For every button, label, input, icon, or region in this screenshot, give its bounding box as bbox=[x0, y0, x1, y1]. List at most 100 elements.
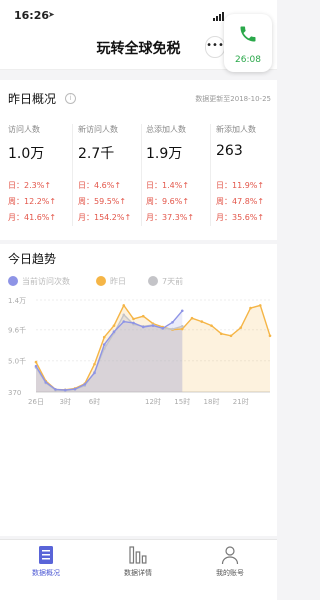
legend-dot bbox=[8, 276, 18, 286]
data-point bbox=[171, 327, 174, 331]
stat-value: 2.7千 bbox=[78, 146, 115, 162]
data-point bbox=[73, 387, 77, 391]
data-point bbox=[93, 362, 96, 366]
data-point bbox=[258, 304, 262, 307]
data-point bbox=[54, 388, 57, 391]
legend-label: 昨日 bbox=[110, 276, 126, 286]
divider bbox=[210, 124, 211, 226]
x-tick-label: 18时 bbox=[204, 397, 220, 406]
data-point bbox=[239, 326, 243, 329]
data-point bbox=[151, 324, 155, 327]
stat-month-change: 月：35.6%↑ bbox=[216, 213, 265, 222]
data-point bbox=[180, 327, 184, 331]
x-tick-label: 21时 bbox=[233, 397, 249, 406]
stat-week-change: 周：47.8%↑ bbox=[216, 197, 265, 206]
data-point bbox=[112, 324, 116, 327]
bar-chart-icon bbox=[129, 546, 147, 564]
data-point bbox=[83, 383, 87, 386]
overview-section: 昨日概况 i 数据更新至2018-10-25 访问人数 1.0万 日：2.3%↑… bbox=[0, 80, 277, 240]
legend-item-yesterday[interactable]: 昨日 bbox=[96, 274, 126, 288]
data-point bbox=[93, 371, 96, 375]
x-tick-label: 6时 bbox=[89, 397, 100, 406]
data-point bbox=[141, 325, 145, 329]
legend-label: 7天前 bbox=[162, 276, 184, 286]
data-point bbox=[190, 316, 194, 320]
user-icon bbox=[221, 546, 239, 565]
data-point bbox=[200, 320, 204, 323]
data-point bbox=[171, 320, 174, 324]
stat-card-visitors: 访问人数 1.0万 日：2.3%↑ 周：12.2%↑ 月：41.6%↑ bbox=[8, 120, 76, 234]
stat-label: 总添加人数 bbox=[146, 125, 186, 134]
trend-title: 今日趋势 bbox=[8, 252, 57, 266]
legend-dot bbox=[148, 276, 158, 286]
tab-label: 数据详情 bbox=[124, 569, 152, 577]
stat-month-change: 月：41.6%↑ bbox=[8, 213, 57, 222]
y-tick-label: 1.4万 bbox=[8, 297, 26, 305]
tab-label: 数据概况 bbox=[32, 569, 60, 577]
stat-week-change: 周：59.5%↑ bbox=[78, 197, 127, 206]
tab-data-overview[interactable]: 数据概况 bbox=[0, 545, 92, 585]
data-point bbox=[141, 314, 145, 318]
x-tick-label: 15时 bbox=[174, 397, 190, 406]
y-tick-label: 9.6千 bbox=[8, 326, 26, 335]
tab-my-account[interactable]: 我的账号 bbox=[184, 545, 276, 585]
stat-value: 1.0万 bbox=[8, 146, 45, 162]
stat-day-change: 日：11.9%↑ bbox=[216, 181, 265, 190]
data-point bbox=[63, 388, 67, 392]
data-point bbox=[180, 309, 184, 313]
document-list-icon bbox=[39, 546, 53, 564]
divider bbox=[72, 124, 73, 226]
y-tick-label: 370 bbox=[8, 389, 21, 397]
stat-day-change: 日：4.6%↑ bbox=[78, 181, 122, 190]
info-icon[interactable]: i bbox=[65, 93, 76, 104]
legend-dot bbox=[96, 276, 106, 286]
stat-card-total-adds: 总添加人数 1.9万 日：1.4%↑ 周：9.6%↑ 月：37.3%↑ bbox=[146, 120, 214, 234]
stat-label: 新访问人数 bbox=[78, 125, 118, 134]
stat-month-change: 月：154.2%↑ bbox=[78, 213, 132, 222]
series-area bbox=[36, 310, 183, 392]
data-point bbox=[122, 320, 126, 323]
data-point bbox=[44, 381, 48, 384]
data-point bbox=[219, 332, 223, 336]
divider bbox=[141, 124, 142, 226]
x-tick-label: 3时 bbox=[60, 397, 71, 406]
data-point bbox=[102, 343, 106, 346]
data-point bbox=[122, 313, 126, 317]
call-indicator[interactable]: 26:08 bbox=[224, 14, 272, 72]
data-point bbox=[161, 327, 165, 330]
data-point bbox=[249, 306, 252, 310]
data-point bbox=[132, 317, 135, 321]
stat-card-new-visitors: 新访问人数 2.7千 日：4.6%↑ 周：59.5%↑ 月：154.2%↑ bbox=[78, 120, 146, 234]
legend-item-current[interactable]: 当前访问次数 bbox=[8, 274, 70, 288]
more-button[interactable]: ••• bbox=[205, 36, 225, 58]
x-tick-label: 26日 bbox=[28, 398, 44, 406]
data-point bbox=[210, 324, 213, 327]
data-point bbox=[102, 335, 106, 339]
stat-day-change: 日：2.3%↑ bbox=[8, 181, 52, 190]
stat-month-change: 月：37.3%↑ bbox=[146, 213, 195, 222]
stat-value: 263 bbox=[216, 143, 243, 159]
update-time: 数据更新至2018-10-25 bbox=[195, 95, 271, 103]
stat-label: 新添加人数 bbox=[216, 125, 256, 134]
tab-bar: 数据概况 数据详情 我的账号 bbox=[0, 539, 277, 600]
tab-data-details[interactable]: 数据详情 bbox=[92, 545, 184, 585]
signal-icon bbox=[213, 12, 224, 21]
x-tick-label: 12时 bbox=[145, 397, 161, 406]
legend-item-7days-ago[interactable]: 7天前 bbox=[148, 274, 183, 288]
overview-title: 昨日概况 bbox=[8, 92, 57, 106]
call-duration: 26:08 bbox=[235, 55, 261, 65]
data-point bbox=[132, 321, 135, 325]
legend-label: 当前访问次数 bbox=[22, 276, 70, 286]
stat-day-change: 日：1.4%↑ bbox=[146, 181, 190, 190]
data-point bbox=[112, 330, 116, 334]
data-point bbox=[34, 360, 38, 364]
trend-chart[interactable]: 1.4万 9.6千 5.0千 370 26日 3时 6时 12时 15时 18时 21时 bbox=[0, 296, 277, 426]
stat-card-new-adds: 新添加人数 263 日：11.9%↑ 周：47.8%↑ 月：35.6%↑ bbox=[216, 120, 284, 234]
data-point bbox=[180, 325, 184, 328]
data-point bbox=[34, 364, 38, 368]
stat-week-change: 周：9.6%↑ bbox=[146, 197, 190, 206]
location-arrow-icon: ➤ bbox=[48, 10, 55, 19]
trend-section: 今日趋势 当前访问次数 昨日 7天前 1.4万 9.6千 5.0千 370 26日 3时 6… bbox=[0, 244, 277, 536]
status-time: 16:26 bbox=[14, 9, 50, 22]
tab-label: 我的账号 bbox=[216, 569, 244, 577]
